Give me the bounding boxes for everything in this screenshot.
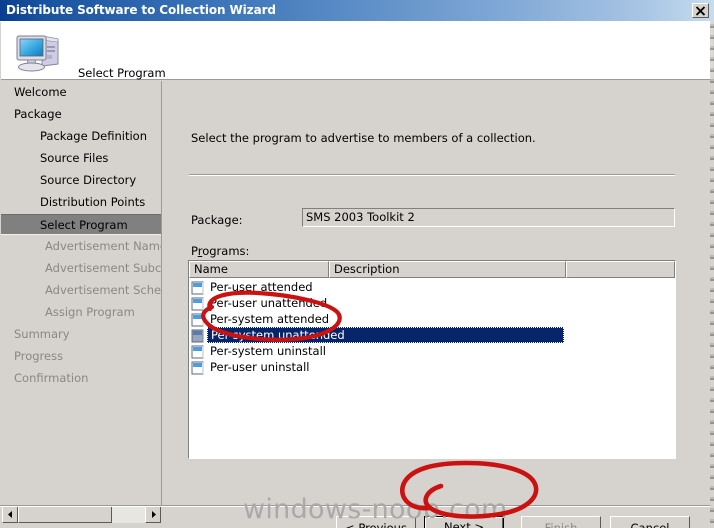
wizard-footer: < Previous Next > Finish Cancel bbox=[0, 507, 712, 528]
previous-button[interactable]: < Previous bbox=[336, 516, 416, 528]
programs-label-post: ograms: bbox=[202, 244, 250, 258]
main-content: Select the program to advertise to membe… bbox=[163, 81, 713, 505]
sidebar-item-welcome[interactable]: Welcome bbox=[1, 82, 161, 103]
sidebar-item-package[interactable]: Package bbox=[1, 104, 161, 125]
wizard-header: Select Program bbox=[1, 22, 713, 80]
programs-label-pre: P bbox=[191, 244, 198, 258]
close-button[interactable] bbox=[692, 3, 709, 18]
sidebar-item-select-program[interactable]: Select Program bbox=[1, 214, 161, 235]
column-header-description[interactable]: Description bbox=[329, 261, 566, 278]
sidebar-item-source-directory[interactable]: Source Directory bbox=[1, 170, 161, 191]
sidebar-item-distribution-points[interactable]: Distribution Points bbox=[1, 192, 161, 213]
program-name: Per-system uninstall bbox=[210, 344, 326, 358]
horizontal-divider bbox=[189, 174, 675, 176]
title-bar: Distribute Software to Collection Wizard bbox=[0, 0, 714, 21]
package-label: Package: bbox=[191, 213, 243, 227]
column-header-extra[interactable] bbox=[566, 261, 675, 278]
sidebar-item-summary: Summary bbox=[14, 327, 70, 341]
sidebar-item-assign-program: Assign Program bbox=[45, 305, 135, 319]
window-body: Select Program Welcome Package Package D… bbox=[0, 21, 714, 528]
sidebar-item-progress: Progress bbox=[14, 349, 64, 363]
program-icon bbox=[191, 344, 207, 359]
programs-list[interactable]: Name Description Per-user attended Per-u… bbox=[188, 260, 676, 459]
table-row-selected[interactable]: Per-system unattended bbox=[189, 327, 675, 343]
list-rows: Per-user attended Per-user unattended Pe… bbox=[189, 279, 675, 375]
table-row[interactable]: Per-user uninstall bbox=[189, 359, 675, 375]
program-name: Per-user attended bbox=[210, 280, 313, 294]
next-label-post: ext > bbox=[452, 520, 485, 528]
sidebar-item-advertisement-subcollection: Advertisement Subcollec bbox=[45, 261, 162, 275]
program-icon bbox=[191, 360, 207, 375]
window-right-edge bbox=[710, 21, 714, 528]
finish-label-post: inish bbox=[550, 520, 578, 528]
wizard-steps-sidebar: Welcome Package Package Definition Sourc… bbox=[1, 81, 162, 505]
sidebar-item-package-definition[interactable]: Package Definition bbox=[1, 126, 161, 147]
sidebar-item-source-files[interactable]: Source Files bbox=[1, 148, 161, 169]
column-header-name[interactable]: Name bbox=[189, 261, 329, 278]
table-row[interactable]: Per-user unattended bbox=[189, 295, 675, 311]
list-header-row: Name Description bbox=[189, 261, 675, 278]
program-name: Per-user uninstall bbox=[210, 360, 310, 374]
finish-button: Finish bbox=[521, 516, 601, 528]
instruction-text: Select the program to advertise to membe… bbox=[191, 131, 536, 145]
table-row[interactable]: Per-user attended bbox=[189, 279, 675, 295]
previous-label-pre: < bbox=[345, 520, 359, 528]
next-button[interactable]: Next > bbox=[424, 516, 504, 528]
wizard-window: Distribute Software to Collection Wizard bbox=[0, 0, 714, 528]
sidebar-item-advertisement-schedule: Advertisement Schedule bbox=[45, 283, 162, 297]
program-icon bbox=[191, 328, 207, 343]
program-icon bbox=[191, 280, 207, 295]
program-icon bbox=[191, 296, 207, 311]
program-icon bbox=[191, 312, 207, 327]
computer-icon bbox=[14, 28, 64, 74]
programs-label: Programs: bbox=[191, 244, 249, 258]
program-name: Per-system unattended bbox=[211, 328, 345, 342]
window-title: Distribute Software to Collection Wizard bbox=[6, 3, 276, 17]
program-name: Per-system attended bbox=[210, 312, 330, 326]
sidebar-item-confirmation: Confirmation bbox=[14, 371, 89, 385]
table-row[interactable]: Per-system attended bbox=[189, 311, 675, 327]
package-field: SMS 2003 Toolkit 2 bbox=[302, 208, 675, 227]
program-name: Per-user unattended bbox=[210, 296, 328, 310]
next-label-accel: N bbox=[443, 520, 453, 528]
table-row[interactable]: Per-system uninstall bbox=[189, 343, 675, 359]
page-title: Select Program bbox=[78, 66, 166, 80]
previous-label-post: revious bbox=[365, 520, 407, 528]
sidebar-item-advertisement-name: Advertisement Name bbox=[45, 239, 162, 253]
cancel-button[interactable]: Cancel bbox=[610, 516, 690, 528]
close-icon bbox=[695, 6, 706, 16]
